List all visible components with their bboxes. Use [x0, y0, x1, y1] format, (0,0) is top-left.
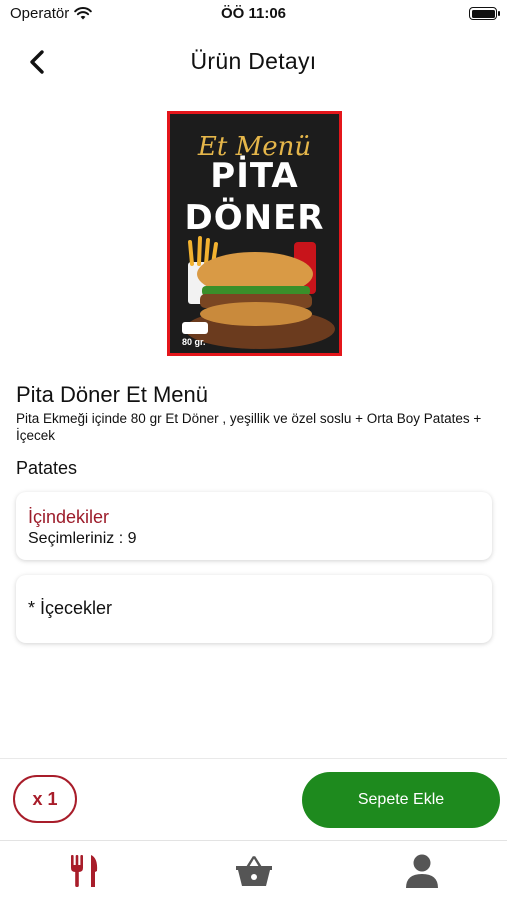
product-description: Pita Ekmeği içinde 80 gr Et Döner , yeşi… — [16, 411, 482, 443]
add-to-cart-button[interactable]: Sepete Ekle — [302, 772, 500, 828]
drinks-title: * İçecekler — [28, 598, 113, 618]
poster-weight-label: 80 gr. — [182, 337, 206, 347]
action-bar: x 1 Sepete Ekle — [0, 758, 507, 840]
status-bar: Operatör ÖÖ 11:06 — [0, 0, 507, 28]
user-icon — [406, 854, 438, 888]
ingredients-title: İçindekiler — [28, 507, 110, 527]
product-image: Et Menü PİTA DÖNER 80 gr. — [167, 111, 342, 356]
tab-menu[interactable] — [63, 851, 107, 891]
ingredients-selection-count: Seçimleriniz : 9 — [28, 530, 137, 547]
tab-cart[interactable] — [232, 851, 276, 891]
quantity-button[interactable]: x 1 — [13, 775, 77, 823]
poster-title-line-1: PİTA — [210, 156, 299, 196]
page-title: Ürün Detayı — [190, 48, 317, 74]
poster-title-line-2: DÖNER — [184, 198, 325, 238]
product-name: Pita Döner Et Menü — [16, 382, 208, 407]
tab-bar — [0, 840, 507, 900]
tab-profile[interactable] — [400, 851, 444, 891]
status-time: ÖÖ 11:06 — [220, 5, 287, 22]
basket-icon — [236, 856, 272, 886]
ingredients-card[interactable]: İçindekiler Seçimleriniz : 9 — [16, 492, 492, 560]
fork-knife-icon — [71, 855, 98, 887]
nav-bar: Ürün Detayı — [0, 40, 507, 84]
drinks-card[interactable]: * İçecekler — [16, 575, 492, 643]
section-title: Patates — [16, 458, 78, 478]
battery-icon — [469, 7, 500, 20]
